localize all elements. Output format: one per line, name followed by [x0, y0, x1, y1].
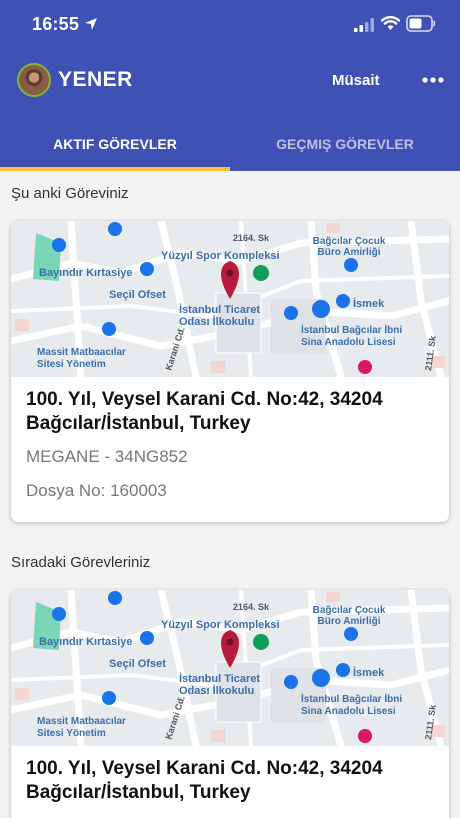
status-time: 16:55	[32, 14, 80, 34]
map-label: İstanbul Bağcılar İbni	[301, 692, 402, 705]
map-label: İstanbul Ticaret	[179, 303, 260, 316]
task-address: 100. Yıl, Veysel Karani Cd. No:42, 34204…	[26, 389, 383, 434]
map-label: Sina Anadolu Lisesi	[301, 337, 396, 348]
map-label: Massit Matbaacılar	[37, 716, 126, 727]
battery-icon	[406, 15, 436, 32]
tab-active-tasks[interactable]: AKTIF GÖREVLER	[0, 127, 230, 167]
active-tab-indicator	[0, 167, 230, 171]
map-label: Seçil Ofset	[109, 289, 166, 301]
map-label: 2164. Sk	[233, 602, 270, 612]
next-task-card[interactable]: Bağcılar Çocuk Büro Amirliği 2164. Sk Ba…	[11, 590, 449, 818]
next-tasks-heading: Sıradaki Görevleriniz	[11, 554, 151, 571]
app-header: 16:55 YENER Müsait AKTIF GÖREVLER GEÇMIŞ…	[0, 0, 460, 171]
map-label: İstanbul Bağcılar İbni	[301, 323, 402, 336]
map-label: Bayındır Kırtasiye	[39, 636, 133, 648]
task-map[interactable]: Bağcılar Çocuk Büro Amirliği 2164. Sk Ba…	[11, 590, 449, 746]
avatar[interactable]	[17, 63, 51, 97]
tab-past-tasks[interactable]: GEÇMIŞ GÖREVLER	[230, 127, 460, 167]
availability-status-button[interactable]: Müsait	[332, 72, 380, 89]
map-label: Bağcılar Çocuk	[313, 236, 386, 247]
map-label: Sitesi Yönetim	[37, 728, 106, 739]
task-vehicle: MEGANE - 34NG852	[26, 447, 188, 466]
map-label: Seçil Ofset	[109, 658, 166, 670]
location-arrow-icon	[85, 18, 97, 30]
map-label: Yüzyıl Spor Kompleksi	[161, 619, 280, 631]
map-label: Büro Amirliği	[318, 616, 381, 627]
current-task-heading: Şu anki Göreviniz	[11, 185, 129, 202]
map-label: Odası İlkokulu	[179, 315, 254, 328]
map-label: Bağcılar Çocuk	[313, 605, 386, 616]
map-label: Büro Amirliği	[318, 247, 381, 258]
current-task-card[interactable]: Bağcılar Çocuk Büro Amirliği 2164. Sk Ba…	[11, 221, 449, 522]
map-label: Bayındır Kırtasiye	[39, 267, 133, 279]
map-label: 2164. Sk	[233, 233, 270, 243]
map-label: Sina Anadolu Lisesi	[301, 706, 396, 717]
status-bar: 16:55	[0, 0, 460, 50]
map-label: İsmek	[353, 666, 385, 679]
task-file-number: Dosya No: 160003	[26, 481, 167, 500]
task-address: 100. Yıl, Veysel Karani Cd. No:42, 34204…	[26, 758, 383, 803]
map-label: İsmek	[353, 297, 385, 310]
more-icon[interactable]	[420, 67, 446, 93]
wifi-icon	[381, 16, 400, 30]
signal-icon	[354, 18, 374, 32]
map-label: Yüzyıl Spor Kompleksi	[161, 250, 280, 262]
map-label: Odası İlkokulu	[179, 684, 254, 697]
task-map[interactable]: Bağcılar Çocuk Büro Amirliği 2164. Sk Ba…	[11, 221, 449, 377]
map-label: Massit Matbaacılar	[37, 347, 126, 358]
username: YENER	[58, 68, 133, 91]
map-label: Sitesi Yönetim	[37, 359, 106, 370]
map-label: İstanbul Ticaret	[179, 672, 260, 685]
